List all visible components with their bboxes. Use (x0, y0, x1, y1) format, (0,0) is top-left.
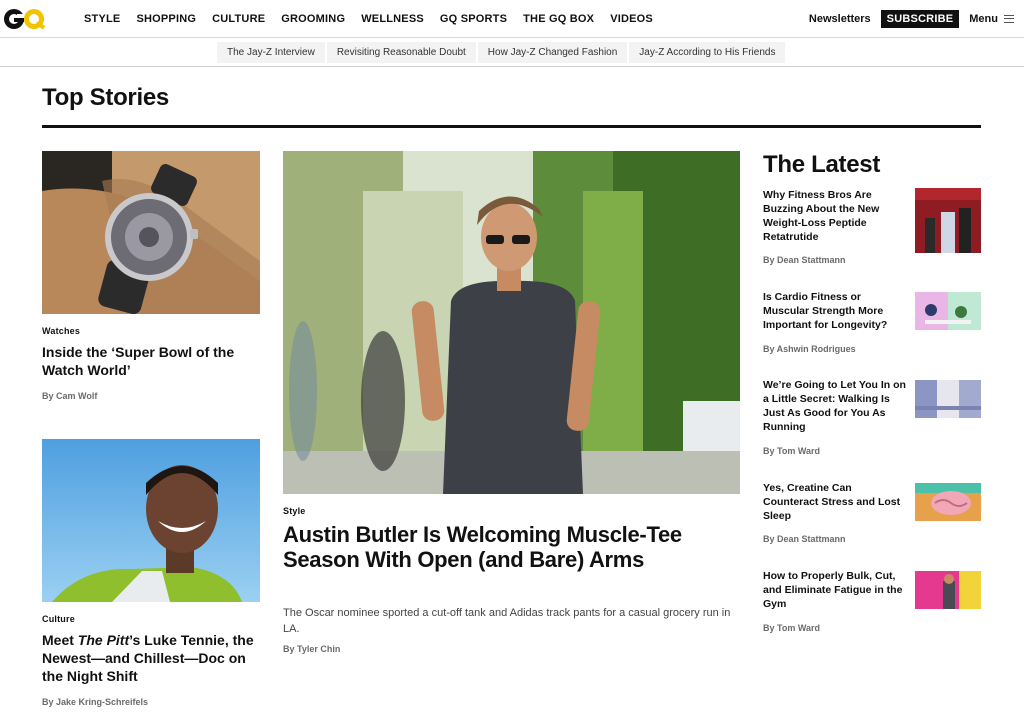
subnav-item-jayz-friends[interactable]: Jay-Z According to His Friends (629, 42, 786, 63)
subnav-item-jayz-fashion[interactable]: How Jay-Z Changed Fashion (477, 42, 628, 63)
top-navigation: STYLE SHOPPING CULTURE GROOMING WELLNESS… (0, 0, 1024, 38)
latest-thumbnail[interactable] (915, 571, 981, 609)
nav-right: Newsletters SUBSCRIBE Menu (809, 0, 1014, 38)
hero-kicker[interactable]: Style (283, 506, 306, 516)
subnav-item-reasonable-doubt[interactable]: Revisiting Reasonable Doubt (326, 42, 476, 63)
latest-item[interactable]: We’re Going to Let You In on a Little Se… (763, 378, 981, 460)
hamburger-icon (1004, 15, 1014, 23)
headline-part-1: Meet (42, 632, 78, 648)
watch-story-headline[interactable]: Inside the ‘Super Bowl of the Watch Worl… (42, 343, 260, 379)
latest-headline[interactable]: Is Cardio Fitness or Muscular Strength M… (763, 290, 908, 332)
menu-button[interactable]: Menu (969, 13, 1014, 25)
nav-link-style[interactable]: STYLE (84, 13, 120, 25)
section-divider (42, 125, 981, 128)
latest-thumbnail[interactable] (915, 483, 981, 521)
latest-thumbnail[interactable] (915, 380, 981, 418)
latest-thumbnail[interactable] (915, 188, 981, 253)
latest-thumbnail[interactable] (915, 292, 981, 330)
latest-headline[interactable]: Yes, Creatine Can Counteract Stress and … (763, 481, 908, 523)
hero-byline[interactable]: By Tyler Chin (283, 644, 340, 654)
nav-link-grooming[interactable]: GROOMING (281, 13, 345, 25)
latest-item[interactable]: Why Fitness Bros Are Buzzing About the N… (763, 188, 981, 268)
latest-byline[interactable]: By Ashwin Rodrigues (763, 344, 856, 354)
hero-headline[interactable]: Austin Butler Is Welcoming Muscle-Tee Se… (283, 522, 733, 572)
nav-link-videos[interactable]: VIDEOS (610, 13, 653, 25)
top-stories-heading: Top Stories (42, 84, 169, 111)
culture-story-byline[interactable]: By Jake Kring-Schreifels (42, 697, 148, 707)
latest-headline[interactable]: Why Fitness Bros Are Buzzing About the N… (763, 188, 908, 244)
latest-byline[interactable]: By Dean Stattmann (763, 255, 846, 265)
subnav-item-jayz-interview[interactable]: The Jay-Z Interview (217, 42, 325, 63)
latest-item[interactable]: How to Properly Bulk, Cut, and Eliminate… (763, 569, 981, 637)
watch-story-kicker[interactable]: Watches (42, 326, 80, 336)
luke-tennie-image[interactable] (42, 439, 260, 602)
watch-story-byline[interactable]: By Cam Wolf (42, 391, 97, 401)
hero-dek: The Oscar nominee sported a cut-off tank… (283, 607, 731, 635)
the-latest-heading: The Latest (763, 151, 881, 178)
latest-item[interactable]: Yes, Creatine Can Counteract Stress and … (763, 481, 981, 549)
latest-headline[interactable]: We’re Going to Let You In on a Little Se… (763, 378, 908, 434)
sub-navigation: The Jay-Z Interview Revisiting Reasonabl… (0, 38, 1024, 67)
menu-label: Menu (969, 13, 998, 25)
culture-story-headline[interactable]: Meet The Pitt’s Luke Tennie, the Newest—… (42, 631, 260, 685)
latest-headline[interactable]: How to Properly Bulk, Cut, and Eliminate… (763, 569, 908, 611)
watch-story-image[interactable] (42, 151, 260, 314)
nav-link-wellness[interactable]: WELLNESS (361, 13, 424, 25)
subscribe-button[interactable]: SUBSCRIBE (880, 10, 960, 28)
newsletters-link[interactable]: Newsletters (809, 13, 871, 25)
latest-byline[interactable]: By Dean Stattmann (763, 534, 846, 544)
primary-nav: STYLE SHOPPING CULTURE GROOMING WELLNESS… (84, 0, 653, 38)
nav-link-gq-box[interactable]: THE GQ BOX (523, 13, 594, 25)
show-title-italic: The Pitt (77, 632, 130, 648)
latest-byline[interactable]: By Tom Ward (763, 623, 820, 633)
nav-link-shopping[interactable]: SHOPPING (136, 13, 196, 25)
hero-image[interactable] (283, 151, 740, 494)
gq-logo[interactable] (3, 6, 46, 30)
latest-byline[interactable]: By Tom Ward (763, 446, 820, 456)
latest-item[interactable]: Is Cardio Fitness or Muscular Strength M… (763, 290, 981, 358)
nav-link-culture[interactable]: CULTURE (212, 13, 265, 25)
culture-story-kicker[interactable]: Culture (42, 614, 75, 624)
nav-link-gq-sports[interactable]: GQ SPORTS (440, 13, 507, 25)
